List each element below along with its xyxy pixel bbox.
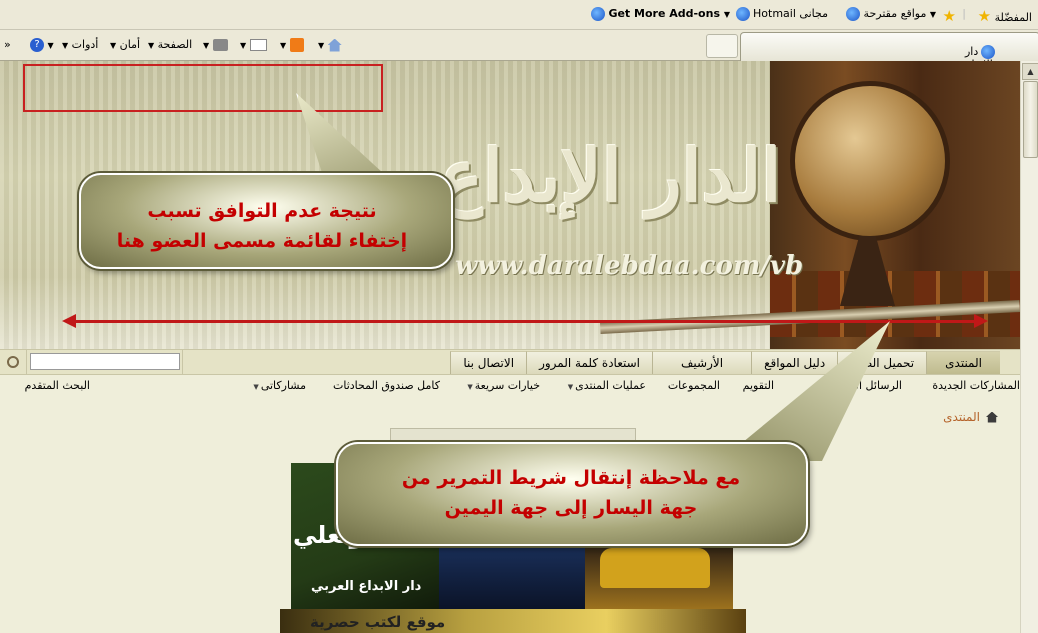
help-button[interactable]: ? ▼ [30,38,54,52]
bottom-banner-text: موقع لكتب حصرية [310,613,446,631]
ie-icon [846,7,861,21]
chevron-down-icon: ▼ [467,383,473,391]
new-tab-button[interactable] [706,34,738,58]
tab-contact-us[interactable]: الاتصال بنا [450,351,527,374]
callout-2-line-1: مع ملاحظة إنتقال شريط التمرير من [401,467,741,489]
subnav-my-posts[interactable]: مشاركاتى▼ [253,379,306,392]
tab-site-directory[interactable]: دليل المواقع [751,351,838,374]
tools-menu[interactable]: ▼ أدوات [62,38,98,51]
ie-icon [590,7,605,21]
scroll-up-arrow-icon[interactable]: ▲ [1022,63,1038,80]
add-favorite-icon[interactable]: ★ [943,7,956,25]
chevron-down-icon: ▼ [253,383,259,391]
callout-1-line-1: نتيجة عدم التوافق تسبب [147,200,377,222]
subnav-advanced-search[interactable]: البحث المتقدم [25,379,90,392]
favorites-bar: ★ المفضّلة | ★ مواقع مقترحة ▼ Hotmail مج… [0,0,1038,30]
callout-text-2: مع ملاحظة إنتقال شريط التمرير من جهة الي… [356,463,786,523]
suggested-sites-link[interactable]: مواقع مقترحة ▼ [846,7,936,21]
divider: | [962,7,966,20]
subnav-forum-actions[interactable]: عمليات المنتدى▼ [568,379,646,392]
browser-tab[interactable]: دار الإبداع العربي [740,32,1038,84]
home-button[interactable]: ▼ [318,38,342,52]
print-button[interactable]: ▼ [203,38,228,51]
callout-text-1: نتيجة عدم التوافق تسبب إختفاء لقائمة مسم… [92,196,432,256]
chevron-down-icon: ▼ [929,10,936,19]
addons-link[interactable]: Get More Add-ons ▼ [590,7,730,21]
arrow-right-head [974,314,988,328]
breadcrumb-forum-link[interactable]: المنتدى [943,410,980,424]
chevron-down-icon: ▼ [110,41,117,50]
ie-icon [735,7,750,21]
home-icon[interactable] [986,411,998,423]
page-menu[interactable]: ▼ الصفحة [148,38,192,51]
site-logo[interactable]: الدار الإبداع [440,133,781,218]
print-icon [212,39,228,51]
subnav-full-chatbox[interactable]: كامل صندوق المحادثات [333,379,440,392]
tab-forum[interactable]: المنتدى [926,351,1000,374]
site-url-text: www.daralebdaa.com/vb [455,251,804,281]
favorites-button[interactable]: ★ المفضّلة [978,7,1032,25]
tab-password-recovery[interactable]: استعادة كلمة المرور [526,351,652,374]
help-icon: ? [30,38,44,52]
safety-menu[interactable]: ▼ أمان [110,38,140,51]
direction-arrow-line [68,320,980,323]
scrollbar-thumb[interactable] [1023,81,1038,158]
star-icon: ★ [977,7,992,25]
callout-1-line-2: إختفاء لقائمة مسمى العضو هنا [116,230,408,252]
globe-image [790,81,950,241]
chevron-down-icon: ▼ [62,41,69,50]
search-button[interactable] [0,350,27,374]
more-commands-chevron[interactable]: » [4,38,11,51]
sub-navbar: المشاركات الجديدة الرسائل الخاصة التقويم… [0,376,1020,396]
subnav-quick-options[interactable]: خيارات سريعة▼ [467,379,540,392]
feeds-button[interactable]: ▼ [280,38,304,52]
highlight-box [23,64,383,112]
callout-2-line-2: جهة اليسار إلى جهة اليمين [444,497,698,519]
subnav-new-posts[interactable]: المشاركات الجديدة [932,379,1020,392]
search-input[interactable] [30,353,180,370]
gallery-panel-1-label: دار الابداع العربي [311,579,422,594]
subnav-groups[interactable]: المجموعات [668,379,720,392]
chevron-down-icon: ▼ [723,10,730,19]
arrow-left-head [62,314,76,328]
rss-feed-icon [289,38,304,52]
breadcrumb: المنتدى [943,410,998,424]
mail-button[interactable]: ▼ [240,38,267,51]
hotmail-link[interactable]: Hotmail مجانى [735,7,828,21]
vertical-scrollbar[interactable]: ▲ [1020,61,1038,633]
home-icon [327,38,342,52]
chevron-down-icon: ▼ [148,41,155,50]
search-icon [7,356,19,368]
navbar-tabs: المنتدى تحميل الصور دليل المواقع الأرشيف… [450,350,1000,374]
subnav-calendar[interactable]: التقويم [743,379,774,392]
page-content: الدار الإبداع www.daralebdaa.com/vb نتيج… [0,61,1020,633]
taxi-image [600,548,710,588]
mail-icon [249,39,267,51]
tab-archive[interactable]: الأرشيف [652,351,752,374]
chevron-down-icon: ▼ [567,383,574,391]
